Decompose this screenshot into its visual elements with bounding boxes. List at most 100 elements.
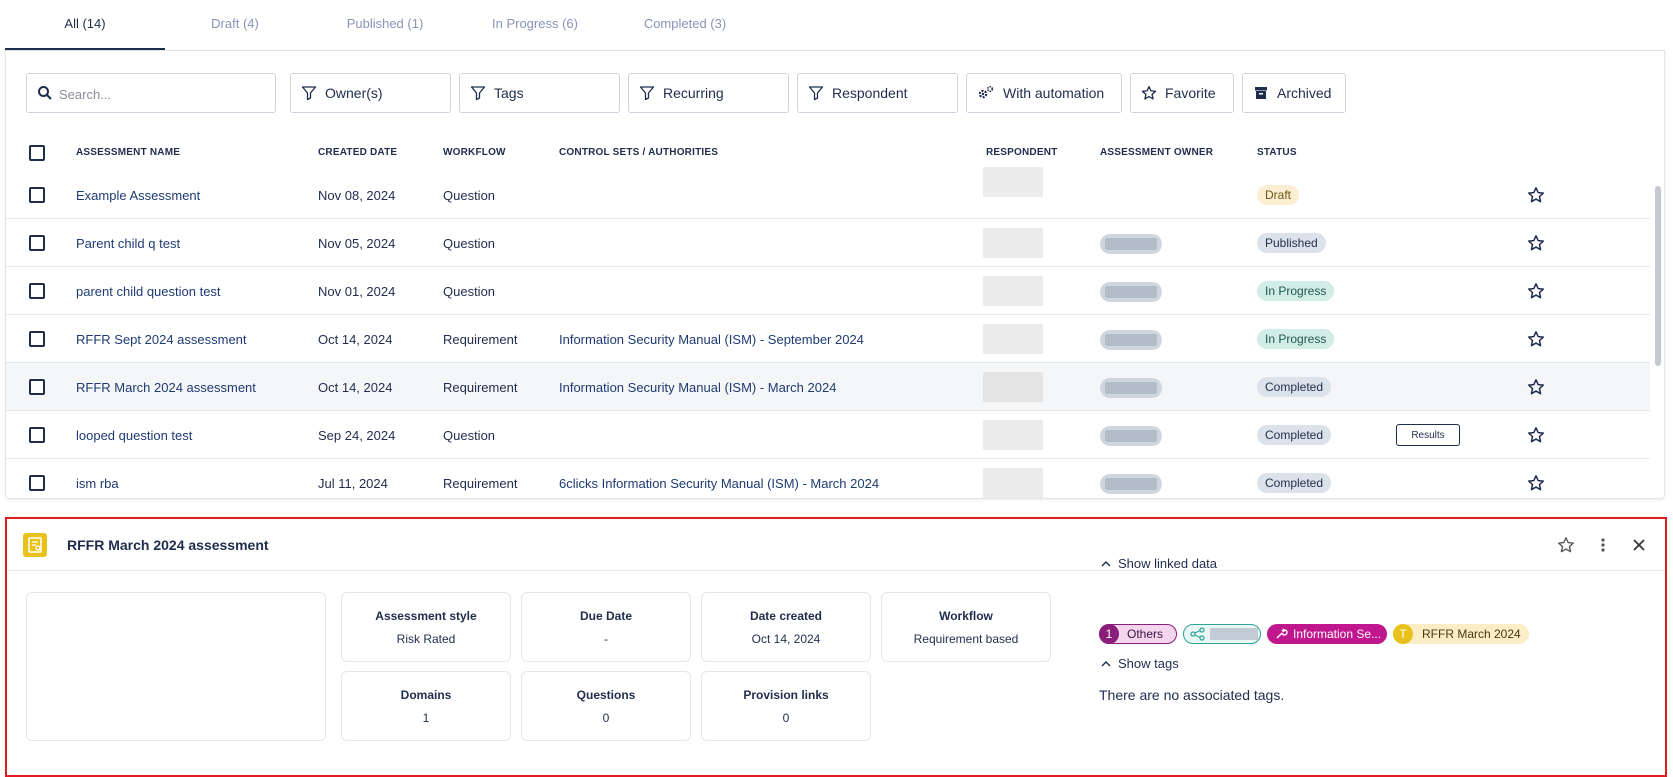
status-badge: Completed: [1257, 473, 1332, 493]
assessment-name-link[interactable]: Parent child q test: [76, 219, 180, 267]
recurring-filter-button[interactable]: Recurring: [628, 73, 789, 113]
table-row-selected[interactable]: RFFR March 2024 assessment Oct 14, 2024 …: [6, 363, 1650, 411]
tab-all[interactable]: All (14): [5, 16, 165, 31]
col-status[interactable]: STATUS: [1257, 147, 1297, 158]
archived-filter-button[interactable]: Archived: [1242, 73, 1346, 113]
favorite-filter-button[interactable]: Favorite: [1130, 73, 1234, 113]
show-linked-data-toggle[interactable]: Show linked data: [1100, 556, 1217, 571]
info-card-label: Due Date: [579, 609, 632, 623]
assessment-name-link[interactable]: RFFR March 2024 assessment: [76, 363, 256, 411]
table-scrollbar[interactable]: [1652, 126, 1662, 496]
wrench-icon: [1276, 628, 1288, 639]
tags-filter-button[interactable]: Tags: [459, 73, 620, 113]
status-cell: Published: [1257, 219, 1326, 267]
table-row[interactable]: parent child question test Nov 01, 2024 …: [6, 267, 1650, 315]
close-icon[interactable]: [1630, 536, 1648, 554]
favorite-star-icon[interactable]: [1527, 474, 1545, 492]
table-row[interactable]: RFFR Sept 2024 assessment Oct 14, 2024 R…: [6, 315, 1650, 363]
created-date: Jul 11, 2024: [318, 475, 388, 491]
favorite-star-icon[interactable]: [1527, 426, 1545, 444]
scrollbar-thumb[interactable]: [1655, 186, 1661, 366]
owner-filter-button[interactable]: Owner(s): [290, 73, 451, 113]
assessment-name-link[interactable]: looped question test: [76, 411, 192, 459]
favorite-star-icon[interactable]: [1527, 330, 1545, 348]
tab-published[interactable]: Published (1): [305, 16, 465, 31]
status-cell: In Progress: [1257, 315, 1335, 363]
control-set-link[interactable]: Information Security Manual (ISM) - Marc…: [559, 363, 836, 411]
information-security-label: Information Se...: [1293, 627, 1382, 641]
favorite-star-icon[interactable]: [1527, 378, 1545, 396]
assessment-name-link[interactable]: RFFR Sept 2024 assessment: [76, 315, 247, 363]
chevron-up-icon: [1101, 660, 1111, 666]
status-badge: Completed: [1257, 425, 1332, 445]
select-all-checkbox[interactable]: [29, 145, 45, 161]
col-created-date[interactable]: CREATED DATE: [318, 147, 397, 158]
row-checkbox[interactable]: [29, 283, 45, 299]
respondent-filter-button[interactable]: Respondent: [797, 73, 958, 113]
info-card-workflow: Workflow Requirement based: [881, 592, 1051, 662]
row-checkbox[interactable]: [29, 379, 45, 395]
favorite-star-icon[interactable]: [1527, 186, 1545, 204]
row-checkbox[interactable]: [29, 331, 45, 347]
show-tags-toggle[interactable]: Show tags: [1100, 656, 1179, 671]
status-cell: Completed: [1257, 459, 1332, 507]
respondent-placeholder: [983, 372, 1043, 402]
tab-completed[interactable]: Completed (3): [605, 16, 765, 31]
information-security-chip[interactable]: Information Se...: [1267, 624, 1387, 644]
others-label: Others: [1127, 627, 1164, 641]
owner-avatar: [1100, 234, 1162, 254]
more-options-icon[interactable]: [1594, 536, 1612, 554]
info-card-value: 0: [782, 711, 790, 725]
favorite-star-icon[interactable]: [1527, 234, 1545, 252]
row-checkbox[interactable]: [29, 427, 45, 443]
col-control-sets[interactable]: CONTROL SETS / AUTHORITIES: [559, 147, 718, 158]
table-row[interactable]: ism rba Jul 11, 2024 Requirement 6clicks…: [6, 459, 1650, 499]
row-checkbox[interactable]: [29, 187, 45, 203]
search-input[interactable]: [59, 84, 259, 104]
col-workflow[interactable]: WORKFLOW: [443, 147, 506, 158]
automation-filter-button[interactable]: With automation: [966, 73, 1122, 113]
control-set-link[interactable]: Information Security Manual (ISM) - Sept…: [559, 315, 864, 363]
row-checkbox[interactable]: [29, 475, 45, 491]
rffr-chip[interactable]: T RFFR March 2024: [1393, 624, 1529, 644]
workflow-type: Question: [443, 187, 496, 203]
assessment-detail-panel: RFFR March 2024 assessment Assessment st…: [5, 517, 1667, 777]
workflow-type: Requirement: [443, 475, 518, 491]
created-date: Nov 01, 2024: [318, 283, 396, 299]
info-card-label: Provision links: [743, 688, 829, 702]
created-date: Oct 14, 2024: [318, 331, 393, 347]
table-row[interactable]: Parent child q test Nov 05, 2024 Questio…: [6, 219, 1650, 267]
others-chip[interactable]: 1 Others: [1099, 624, 1177, 644]
owner-avatar: [1100, 378, 1162, 398]
info-card-due-date: Due Date -: [521, 592, 691, 662]
table-row[interactable]: looped question test Sep 24, 2024 Questi…: [6, 411, 1650, 459]
filter-icon: [301, 86, 317, 101]
col-assessment-name[interactable]: ASSESSMENT NAME: [76, 147, 180, 158]
favorite-star-icon[interactable]: [1527, 282, 1545, 300]
detail-title: RFFR March 2024 assessment: [67, 537, 269, 553]
star-icon: [1141, 86, 1157, 100]
assessment-name-link[interactable]: ism rba: [76, 459, 119, 507]
search-icon: [38, 86, 52, 100]
favorite-star-icon[interactable]: [1557, 536, 1575, 554]
control-set-link[interactable]: 6clicks Information Security Manual (ISM…: [559, 459, 879, 507]
table-row[interactable]: Example Assessment Nov 08, 2024 Question…: [6, 167, 1650, 219]
owner-avatar: [1100, 426, 1162, 446]
row-checkbox[interactable]: [29, 235, 45, 251]
tab-in-progress[interactable]: In Progress (6): [455, 16, 615, 31]
assessment-name-link[interactable]: parent child question test: [76, 267, 221, 315]
created-date: Nov 08, 2024: [318, 187, 396, 203]
col-assessment-owner[interactable]: ASSESSMENT OWNER: [1100, 147, 1213, 158]
assessment-icon: [23, 533, 47, 557]
col-respondent[interactable]: RESPONDENT: [986, 147, 1057, 158]
info-card-label: Domains: [400, 688, 452, 702]
created-date: Nov 05, 2024: [318, 235, 396, 251]
workflow-type: Question: [443, 283, 496, 299]
linked-item-chip[interactable]: [1183, 624, 1261, 644]
tab-draft[interactable]: Draft (4): [155, 16, 315, 31]
active-tab-indicator: [5, 48, 165, 50]
automation-filter-label: With automation: [1003, 85, 1105, 101]
results-button[interactable]: Results: [1396, 424, 1460, 446]
search-box[interactable]: [26, 73, 276, 113]
assessment-name-link[interactable]: Example Assessment: [76, 171, 200, 219]
